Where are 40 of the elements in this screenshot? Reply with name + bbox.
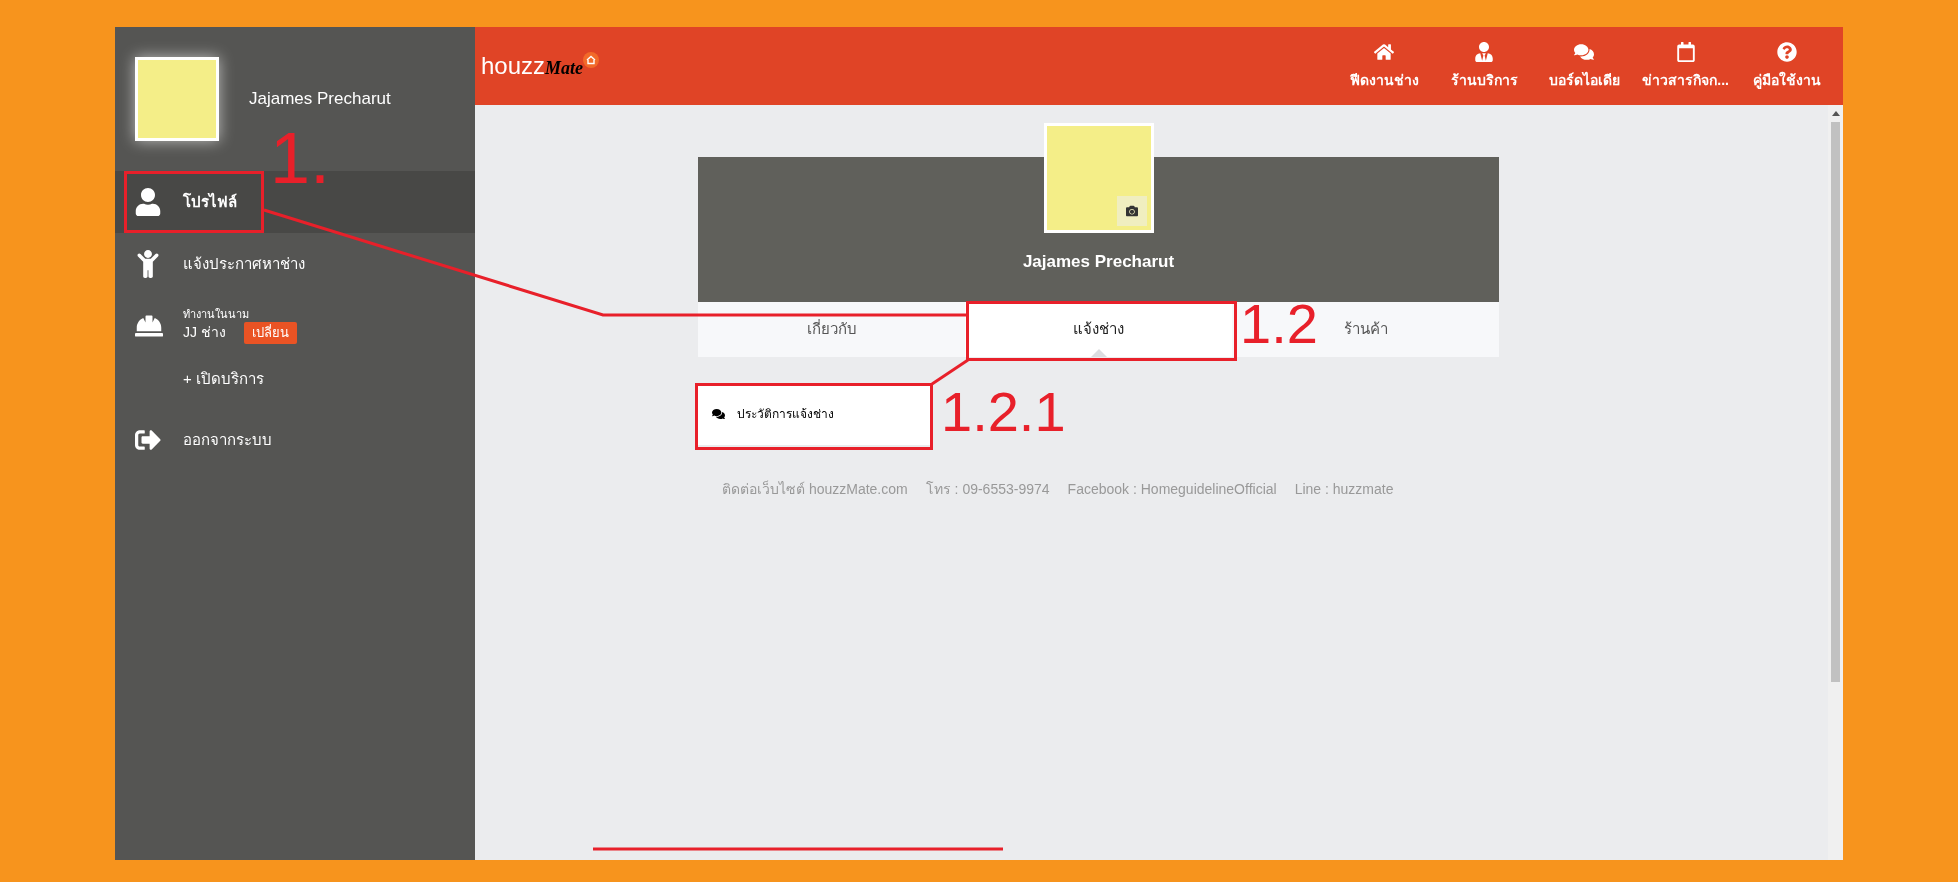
account-name: JJ ช่าง — [183, 323, 226, 343]
nav-item[interactable]: ฟีดงานช่าง — [1334, 41, 1435, 91]
footer-text: Line : huzzmate — [1294, 480, 1394, 499]
scroll-up-icon — [1831, 111, 1840, 116]
worker-icon — [1474, 41, 1495, 62]
scrollbar-thumb[interactable] — [1831, 122, 1840, 682]
footer-text: Facebook : HomeguidelineOfficial — [1067, 480, 1277, 499]
chat-icon — [1574, 41, 1595, 62]
camera-button[interactable] — [1116, 196, 1147, 226]
history-item[interactable]: ประวัติการแจ้งช่าง — [698, 383, 930, 445]
calendar-icon — [1675, 41, 1696, 62]
logo[interactable]: houzzMate — [481, 48, 600, 84]
user-name: Jajames Precharut — [249, 88, 391, 111]
help-icon — [1777, 41, 1797, 62]
footer-text: โทร : 09-6553-9974 — [925, 480, 1050, 499]
profile-tab[interactable]: ร้านค้า — [1343, 318, 1388, 341]
person-icon — [135, 250, 161, 278]
nav-item[interactable]: ร้านบริการ — [1434, 41, 1535, 91]
profile-tab[interactable]: เกี่ยวกับ — [806, 318, 857, 341]
scrollbar[interactable] — [1828, 105, 1843, 860]
nav-item[interactable]: ข่าวสารกิจก... — [1634, 41, 1737, 91]
nav-item[interactable]: คู่มือใช้งาน — [1737, 41, 1837, 91]
sidebar-item[interactable]: แจ้งประกาศหาช่าง — [115, 233, 475, 295]
tab-pointer-icon — [1090, 349, 1107, 357]
chat-icon — [712, 408, 725, 420]
open-service-link[interactable]: + เปิดบริการ — [183, 367, 264, 391]
switch-button[interactable]: เปลี่ยน — [243, 322, 297, 344]
camera-icon — [1124, 205, 1139, 217]
home-icon — [1374, 41, 1395, 62]
sidebar-item[interactable]: ออกจากระบบ — [115, 409, 475, 471]
profile-name: Jajames Precharut — [1022, 251, 1175, 273]
account-caption: ทำงานในนาม — [183, 308, 250, 323]
annotation-label: 1.2.1 — [941, 384, 1066, 440]
user-icon — [135, 188, 161, 216]
footer-text: ติดต่อเว็บไซต์ houzzMate.com — [722, 479, 908, 499]
leader-line — [931, 358, 969, 386]
annotation-label: 1.2 — [1240, 296, 1318, 352]
house-icon — [583, 52, 600, 68]
nav-item[interactable]: บอร์ดไอเดีย — [1534, 41, 1635, 91]
profile-tab[interactable]: แจ้งช่าง — [965, 302, 1232, 357]
